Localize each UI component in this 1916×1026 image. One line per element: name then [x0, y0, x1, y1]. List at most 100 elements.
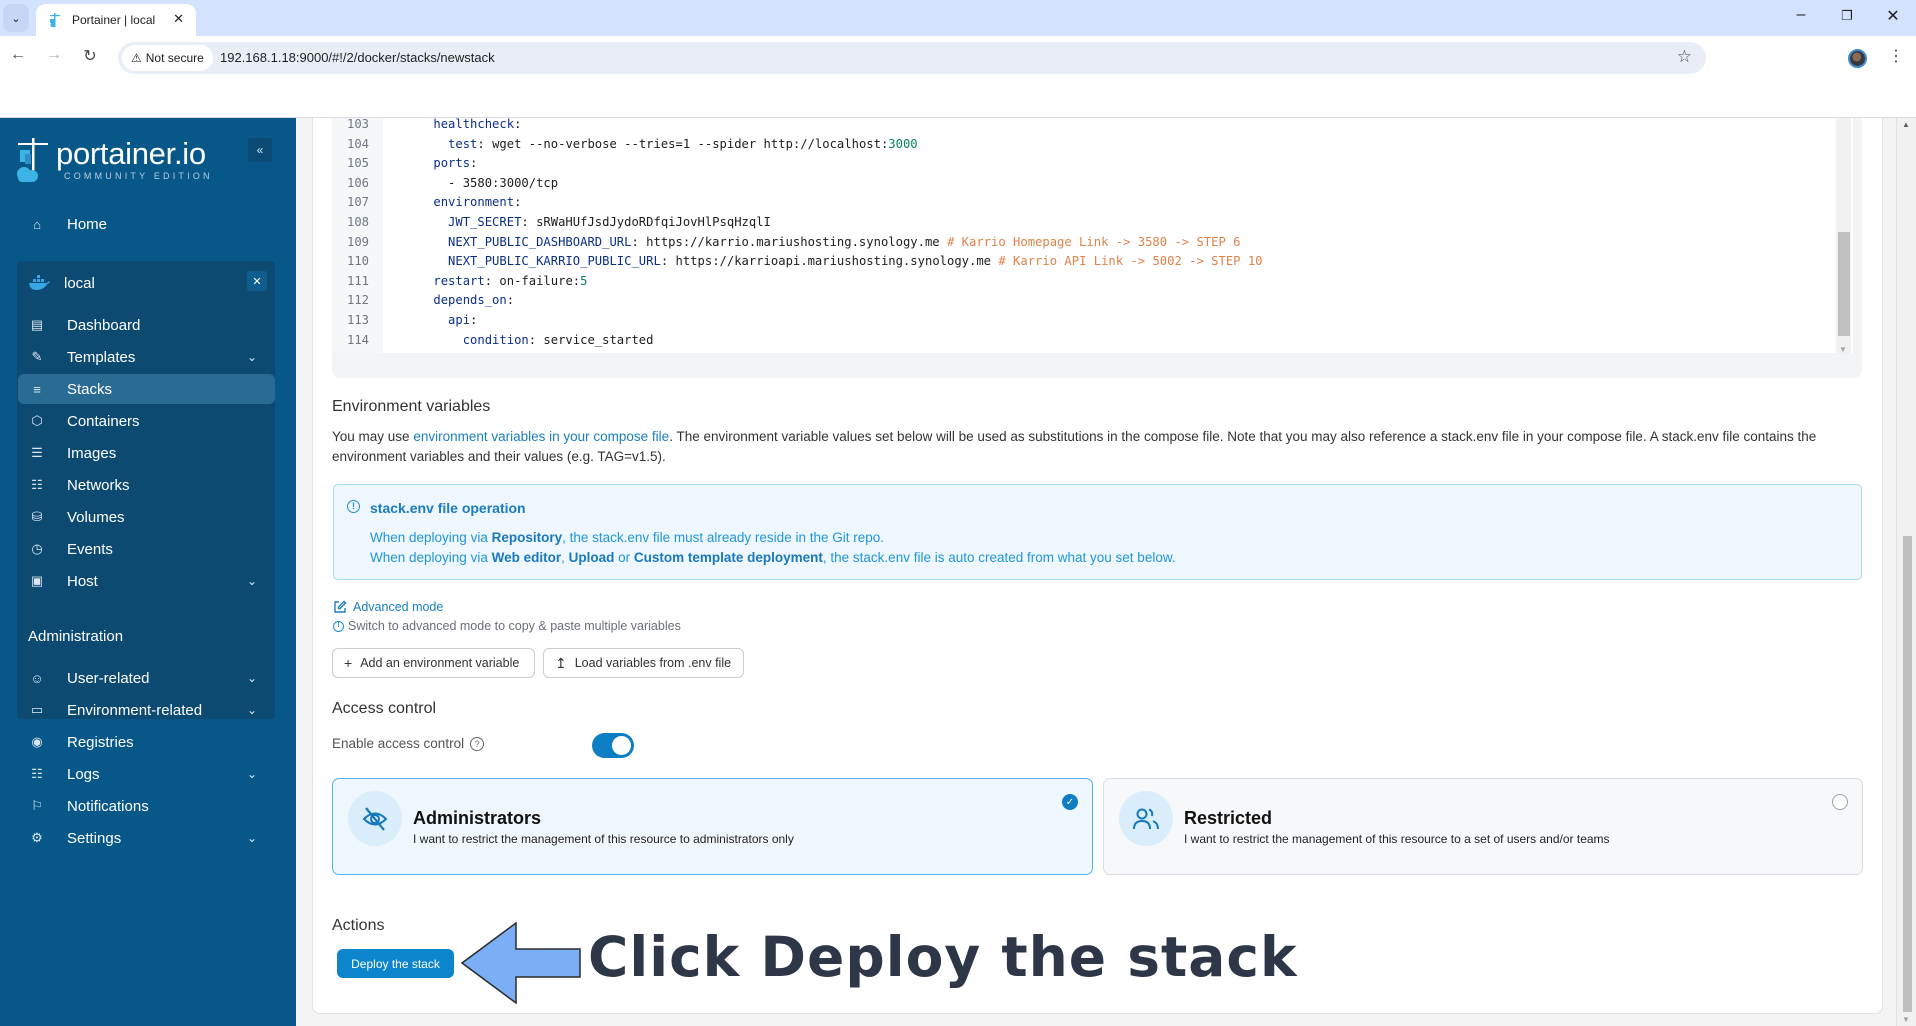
sidebar-item-environment-related[interactable]: ▭ Environment-related ⌄: [18, 695, 275, 725]
sidebar-item-volumes[interactable]: ⛁ Volumes: [18, 502, 275, 532]
page-scrollbar-thumb[interactable]: [1903, 536, 1912, 1012]
sidebar-item-label: Networks: [67, 476, 130, 494]
access-control-toggle[interactable]: [592, 733, 634, 758]
add-env-variable-button[interactable]: + Add an environment variable: [332, 648, 535, 678]
back-icon[interactable]: ←: [6, 46, 30, 64]
collapse-sidebar-button[interactable]: «: [248, 138, 272, 162]
profile-avatar[interactable]: [1848, 49, 1867, 68]
yaml-comment: # Karrio API Link -> 5002 -> STEP 10: [998, 254, 1263, 269]
env-variables-docs-link[interactable]: environment variables in your compose fi…: [413, 429, 669, 444]
upload-icon: ↥: [555, 654, 567, 671]
sidebar-item-images[interactable]: ☰ Images: [18, 438, 275, 468]
address-bar[interactable]: ⚠ Not secure 192.168.1.18:9000/#!/2/dock…: [118, 42, 1706, 74]
network-icon: ☷: [31, 477, 43, 492]
close-tab-icon[interactable]: ✕: [173, 11, 184, 27]
code-line[interactable]: 114 condition: service_started: [333, 330, 654, 350]
code-line[interactable]: 106 - 3580:3000/tcp: [333, 173, 558, 193]
access-option-restricted[interactable]: Restricted I want to restrict the manage…: [1103, 778, 1863, 875]
close-environment-button[interactable]: ✕: [247, 271, 267, 291]
code-line[interactable]: 105 ports:: [333, 153, 477, 173]
bookmark-star-icon[interactable]: ☆: [1677, 47, 1692, 67]
help-icon[interactable]: ?: [470, 736, 485, 751]
advanced-mode-hint-text: Switch to advanced mode to copy & paste …: [348, 619, 681, 633]
yaml-value: :: [506, 293, 515, 308]
yaml-number: 3000: [888, 136, 918, 151]
radio-button[interactable]: [1832, 794, 1848, 810]
deploy-stack-button[interactable]: Deploy the stack: [337, 949, 454, 978]
sidebar-item-registries[interactable]: ◉ Registries: [18, 727, 275, 757]
load-env-file-button[interactable]: ↥ Load variables from .env file: [543, 648, 744, 678]
code-line[interactable]: 107 environment:: [333, 192, 521, 212]
url-text[interactable]: 192.168.1.18:9000/#!/2/docker/stacks/new…: [220, 50, 495, 65]
warning-icon: ⚠: [131, 51, 142, 65]
sidebar-item-logs[interactable]: ☷ Logs ⌄: [18, 759, 275, 789]
env-variables-title: Environment variables: [332, 398, 491, 415]
sidebar-item-networks[interactable]: ☷ Networks: [18, 470, 275, 500]
enable-access-control-text: Enable access control: [332, 736, 465, 751]
sidebar-item-home[interactable]: ⌂ Home: [18, 209, 275, 239]
browser-tab[interactable]: Portainer | local ✕: [36, 4, 196, 36]
advanced-mode-link[interactable]: Advanced mode: [333, 600, 443, 614]
code-line[interactable]: 104 test: wget --no-verbose --tries=1 --…: [333, 134, 918, 154]
scroll-down-arrow-icon[interactable]: ▼: [1902, 1015, 1910, 1024]
code-line[interactable]: 113 api:: [333, 310, 477, 330]
code-line[interactable]: 109 NEXT_PUBLIC_DASHBOARD_URL: https://k…: [333, 232, 1241, 252]
line-number: 105: [346, 156, 369, 171]
environment-header[interactable]: local: [18, 266, 275, 300]
sidebar-item-events[interactable]: ◷ Events: [18, 534, 275, 564]
reload-icon[interactable]: ↻: [78, 46, 102, 66]
line-number: 110: [346, 254, 369, 269]
chevron-down-icon[interactable]: ⌄: [247, 703, 257, 717]
access-option-administrators[interactable]: Administrators I want to restrict the ma…: [332, 778, 1093, 875]
chevron-down-icon[interactable]: ⌄: [247, 574, 257, 588]
yaml-value: : https://karrioapi.mariushosting.synolo…: [660, 254, 999, 269]
code-line[interactable]: 110 NEXT_PUBLIC_KARRIO_PUBLIC_URL: https…: [333, 251, 1263, 271]
close-window-icon[interactable]: ✕: [1878, 6, 1908, 26]
sidebar-item-containers[interactable]: ⬡ Containers: [18, 406, 275, 436]
sidebar-item-templates[interactable]: ✎ Templates ⌄: [18, 342, 275, 372]
forward-icon[interactable]: →: [42, 46, 66, 64]
chevron-down-icon[interactable]: ⌄: [247, 671, 257, 685]
sidebar-item-notifications[interactable]: ⚐ Notifications: [18, 791, 275, 821]
sidebar-item-user-related[interactable]: ☺ User-related ⌄: [18, 663, 275, 693]
box-icon: ⬡: [31, 413, 43, 428]
bell-icon: ⚐: [31, 798, 43, 813]
editor-scrollbar-thumb[interactable]: [1838, 232, 1850, 336]
info-bold: Web editor: [491, 550, 562, 565]
line-number: 104: [346, 136, 369, 151]
chevron-down-icon[interactable]: ⌄: [247, 831, 257, 845]
editor-scrollbar[interactable]: ▼: [1836, 118, 1851, 354]
logo-name: portainer.io: [56, 136, 206, 171]
checkmark-icon: ✓: [1062, 794, 1078, 810]
code-line[interactable]: 111 restart: on-failure:5: [333, 271, 587, 291]
restore-icon[interactable]: ❐: [1832, 8, 1862, 24]
scroll-up-arrow-icon[interactable]: ▲: [1902, 120, 1910, 129]
sidebar-item-dashboard[interactable]: ▤ Dashboard: [18, 310, 275, 340]
portainer-logo[interactable]: portainer.io COMMUNITY EDITION: [16, 138, 213, 184]
environment-name: local: [64, 274, 95, 292]
scroll-down-arrow-icon[interactable]: ▼: [1839, 345, 1847, 354]
line-number: 114: [346, 332, 369, 347]
option-description: I want to restrict the management of thi…: [1184, 832, 1610, 846]
sidebar-item-host[interactable]: ▣ Host ⌄: [18, 566, 275, 596]
page-scrollbar[interactable]: ▲ ▼: [1896, 118, 1916, 1026]
chevron-down-icon[interactable]: ⌄: [247, 767, 257, 781]
sidebar-item-settings[interactable]: ⚙ Settings ⌄: [18, 823, 275, 853]
code-line[interactable]: 103 healthcheck:: [333, 114, 521, 134]
chevron-down-icon[interactable]: ⌄: [247, 350, 257, 364]
browser-menu-icon[interactable]: ⋮: [1888, 46, 1904, 66]
info-title: stack.env file operation: [370, 500, 526, 516]
code-line[interactable]: 108 JWT_SECRET: sRWaHUfJsdJydoRDfqiJovHl…: [333, 212, 771, 232]
toggle-knob: [612, 736, 631, 755]
security-chip[interactable]: ⚠ Not secure: [122, 45, 213, 71]
actions-title: Actions: [332, 917, 385, 934]
minimize-icon[interactable]: –: [1786, 6, 1816, 24]
sidebar-item-stacks[interactable]: ≡ Stacks: [18, 374, 275, 404]
tab-search-button[interactable]: ⌄: [3, 4, 29, 32]
yaml-key: JWT_SECRET: [448, 215, 522, 229]
code-line[interactable]: 112 depends_on:: [333, 290, 514, 310]
advanced-mode-hint: ! Switch to advanced mode to copy & past…: [333, 619, 681, 633]
